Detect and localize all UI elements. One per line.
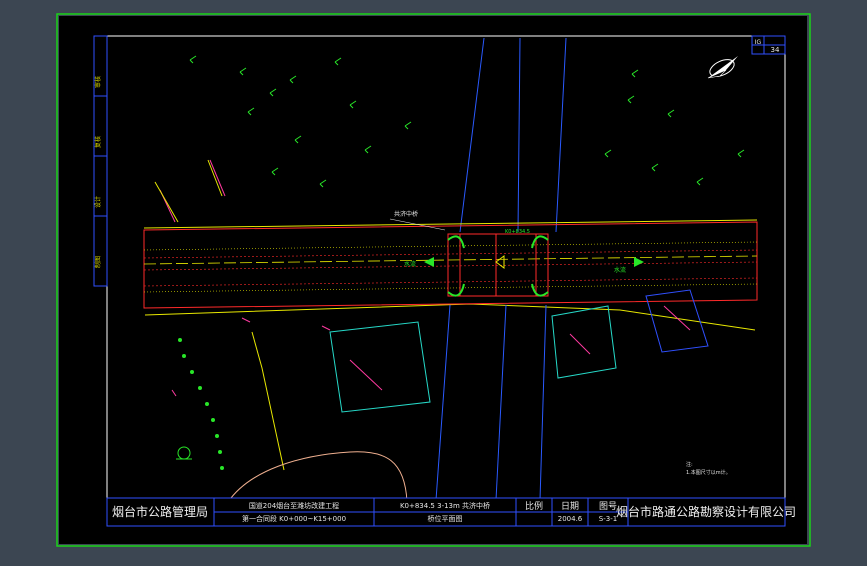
date-value: 2004.6 <box>558 515 583 523</box>
station-label: K0+834.5 <box>505 229 530 235</box>
side-cell-design: 设计 <box>94 196 102 208</box>
flow-label-right: 水流 <box>614 266 626 274</box>
page-number-box: IG 34 <box>751 35 786 55</box>
flow-label-left: 水流 <box>404 260 416 268</box>
cad-viewport: 审核 复核 设计 制图 IG 34 共济中桥 K0+834.5 水流 水流 注:… <box>0 0 867 562</box>
note-line2: 1.本图尺寸以m计。 <box>686 469 731 476</box>
title-block: 烟台市公路管理局 国道204烟台至潍坊改建工程 第一合同段 K0+000~K15… <box>106 497 796 527</box>
drawing-no-value: S-3-1 <box>599 515 617 523</box>
note-line1: 注: <box>686 461 693 468</box>
client-name: 烟台市公路管理局 <box>112 504 208 519</box>
drawing-line2: 桥位平面图 <box>428 514 463 523</box>
bridge-site-plan: 审核 复核 设计 制图 IG 34 共济中桥 K0+834.5 水流 水流 注:… <box>56 13 811 547</box>
project-line1: 国道204烟台至潍坊改建工程 <box>249 501 339 510</box>
project-line2: 第一合同段 K0+000~K15+000 <box>242 514 346 523</box>
page-marker: IG <box>755 39 762 46</box>
side-cell-check: 复核 <box>94 136 102 148</box>
drawing-no-label: 图号 <box>599 501 617 512</box>
bridge-name-label: 共济中桥 <box>394 210 418 218</box>
side-cell-review: 审核 <box>94 76 102 88</box>
side-cell-draft: 制图 <box>94 256 102 268</box>
date-label: 日期 <box>561 501 579 512</box>
drawing-area <box>59 16 807 544</box>
page-number: 34 <box>771 46 780 54</box>
designer-name: 烟台市路通公路勘察设计有限公司 <box>616 504 796 519</box>
scale-label: 比例 <box>525 500 543 512</box>
drawing-line1: K0+834.5 3-13m 共济中桥 <box>400 501 490 510</box>
